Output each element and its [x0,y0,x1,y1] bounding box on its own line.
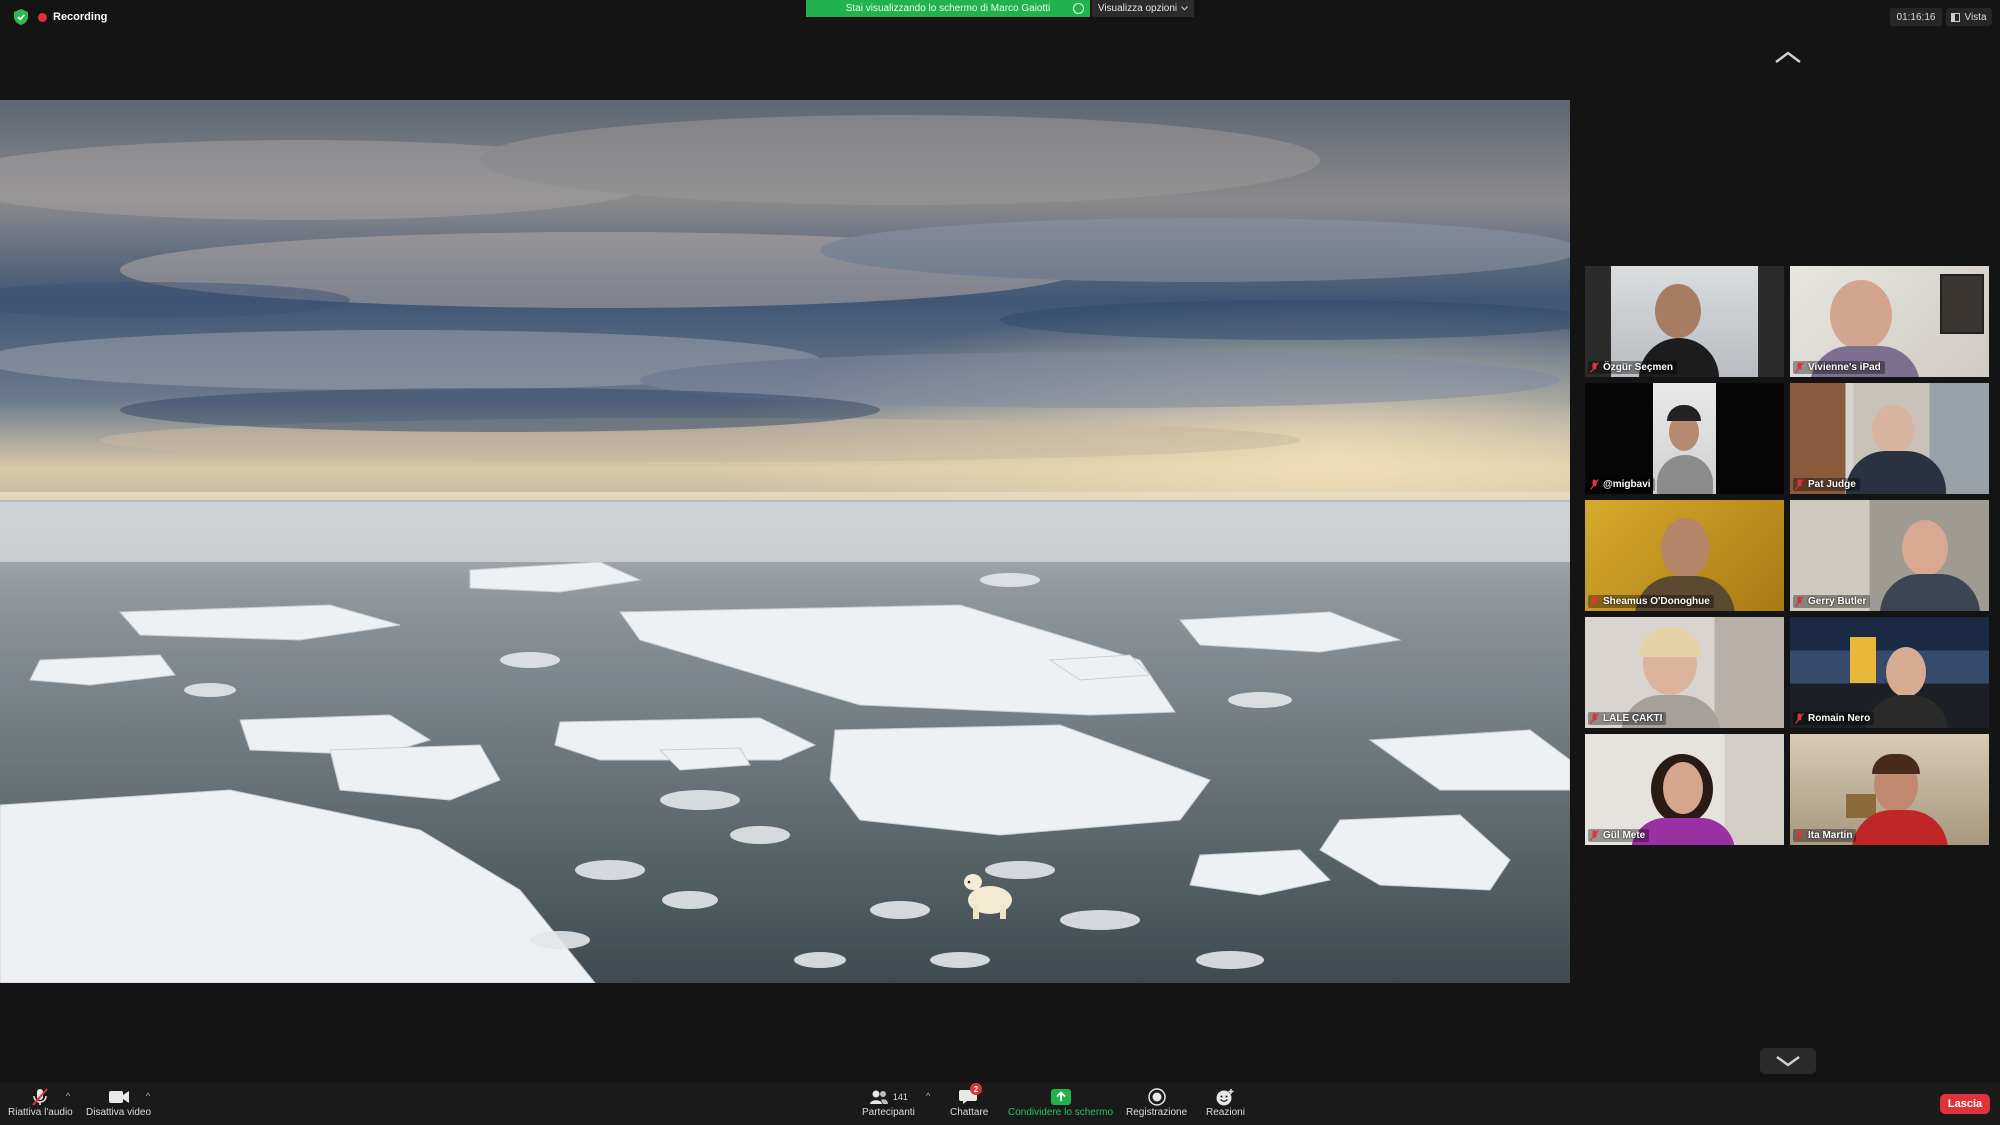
participant-video [1830,280,1892,350]
record-dot-icon [38,12,47,22]
unmute-button[interactable]: Riattiva l'audio [8,1087,73,1118]
top-bar: Recording Stai visualizzando lo schermo … [0,0,2000,34]
participant-name-tag: Pat Judge [1793,478,1860,491]
participant-name-tag: Sheamus O'Donoghue [1588,595,1714,608]
participants-label: Partecipanti [862,1107,915,1118]
layout-icon [1951,12,1961,22]
mic-muted-icon [1590,713,1599,724]
shared-screen-view[interactable] [0,100,1570,983]
view-options-label: Visualizza opzioni [1097,3,1178,14]
participant-tile[interactable]: Özgür Seçmen [1585,266,1784,377]
participant-tile[interactable]: Gerry Butler [1790,500,1989,611]
mic-muted-icon [1795,362,1804,373]
participant-name: Romain Nero [1808,713,1871,724]
participant-name: @migbavi [1603,479,1651,490]
chevron-down-icon [1776,1055,1800,1067]
participant-name: Özgür Seçmen [1603,362,1674,373]
video-camera-icon [108,1091,129,1103]
participant-tile[interactable]: LALE ÇAKTI [1585,617,1784,728]
unmute-label: Riattiva l'audio [8,1107,73,1118]
view-label: Vista [1964,11,1987,23]
participant-tile[interactable]: Sheamus O'Donoghue [1585,500,1784,611]
mic-muted-icon [1795,830,1804,841]
stop-video-label: Disattiva video [86,1107,152,1118]
stop-share-icon[interactable] [1073,3,1084,14]
reactions-label: Reazioni [1206,1107,1245,1118]
recording-indicator[interactable]: Recording [38,9,107,25]
participant-name: Gerry Butler [1808,596,1867,607]
participant-tile[interactable]: Vivienne's iPad [1790,266,1989,377]
mic-muted-icon [1590,362,1599,373]
meeting-timer: 01:16:16 [1890,8,1942,26]
participant-tile[interactable]: Romain Nero [1790,617,1989,728]
participants-icon [869,1090,888,1104]
participant-name-tag: Gerry Butler [1793,595,1871,608]
mic-muted-icon [1795,479,1804,490]
mic-muted-icon [1795,596,1804,607]
participant-name-tag: Özgür Seçmen [1588,361,1678,374]
mic-muted-icon [1795,713,1804,724]
participant-gallery: Özgür Seçmen Vivienne's iPad @migbavi Pa… [1585,266,1990,848]
participants-options-caret[interactable]: ^ [926,1091,930,1101]
chat-button[interactable]: Chattare 2 [950,1083,989,1118]
participant-tile[interactable]: Ita Martin [1790,734,1989,845]
participant-tile[interactable]: Gül Mete [1585,734,1784,845]
screen-share-banner: Stai visualizzando lo schermo di Marco G… [806,0,1090,17]
participant-name-tag: Ita Martin [1793,829,1857,842]
chat-label: Chattare [950,1107,989,1118]
share-screen-label: Condividere lo schermo [1008,1107,1114,1118]
participant-name-tag: @migbavi [1588,478,1655,491]
participant-video [1661,518,1709,578]
participant-name-tag: LALE ÇAKTI [1588,712,1667,725]
participants-button[interactable]: 141 Partecipanti [862,1087,915,1118]
participant-video [1655,284,1701,338]
chevron-down-icon [1181,6,1189,11]
participant-name: Vivienne's iPad [1808,362,1881,373]
leave-meeting-button[interactable]: Lascia [1940,1094,1990,1114]
mic-muted-icon [1590,479,1599,490]
view-button[interactable]: Vista [1946,8,1992,26]
reactions-button[interactable]: Reazioni [1206,1087,1245,1118]
stop-video-button[interactable]: Disattiva video [86,1087,151,1118]
video-options-caret[interactable]: ^ [146,1091,150,1101]
participant-video [1872,405,1914,455]
participant-name-tag: Vivienne's iPad [1793,361,1885,374]
participant-tile[interactable]: Pat Judge [1790,383,1989,494]
security-shield-icon[interactable] [14,9,28,25]
mic-muted-icon [1590,830,1599,841]
mic-muted-icon [32,1088,49,1106]
participant-name: Gül Mete [1603,830,1646,841]
participant-video [1663,762,1703,814]
view-options-dropdown[interactable]: Visualizza opzioni [1092,0,1194,17]
participant-name-tag: Gül Mete [1588,829,1650,842]
participants-count: 141 [892,1092,908,1102]
record-icon [1147,1088,1166,1106]
participant-name: Ita Martin [1808,830,1853,841]
participant-name: Sheamus O'Donoghue [1603,596,1710,607]
participant-video [1902,520,1948,576]
participant-tile[interactable]: @migbavi [1585,383,1784,494]
recording-label: Recording [53,11,108,23]
participant-name: Pat Judge [1808,479,1856,490]
smiley-plus-icon [1216,1089,1234,1106]
meeting-toolbar: Riattiva l'audio ^ Disattiva video ^ 141… [0,1083,2000,1125]
record-button[interactable]: Registrazione [1126,1087,1187,1118]
participant-name: LALE ÇAKTI [1603,713,1663,724]
share-screen-button[interactable]: Condividere lo schermo [1008,1087,1113,1118]
polar-bear-ice-photo [0,100,1570,983]
gallery-scroll-down-button[interactable] [1760,1048,1816,1074]
chat-unread-badge: 2 [970,1083,982,1095]
participant-video [1886,647,1926,697]
share-screen-icon [1050,1089,1071,1105]
participant-name-tag: Romain Nero [1793,712,1875,725]
mic-muted-icon [1590,596,1599,607]
gallery-scroll-up-button[interactable] [1768,50,1808,74]
chevron-up-icon [1775,51,1801,63]
audio-options-caret[interactable]: ^ [66,1091,70,1101]
record-label: Registrazione [1126,1107,1188,1118]
share-banner-text: Stai visualizzando lo schermo di Marco G… [845,3,1051,14]
